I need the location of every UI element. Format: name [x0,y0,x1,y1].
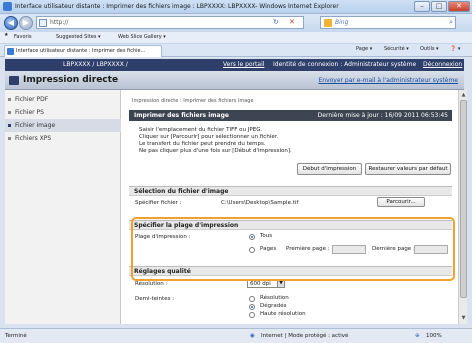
address-toolbar: ◀ ▶ http:// ↻ ✕ Bing ⌕ [0,14,472,32]
instruction-line: Saisir l'emplacement du fichier TIFF ou … [139,127,263,133]
radio-halftone-high-resolution[interactable] [249,312,255,318]
page-icon [39,19,47,27]
halftone-option-label: Résolution [260,295,289,301]
sidebar-item-label: Fichier PDF [15,96,49,103]
start-print-button[interactable]: Début d'impression [297,163,362,175]
maximize-button[interactable]: □ [431,1,447,12]
halftone-option-label: Dégradés [260,303,287,309]
radio-halftone-gradation[interactable] [249,304,255,310]
tab-title: Interface utilisateur distante : Imprime… [16,48,146,54]
search-icon[interactable]: ⌕ [449,18,453,27]
vertical-scrollbar[interactable]: ▲ ▼ [458,90,467,324]
suggested-sites-link[interactable]: Suggested Sites ▾ [56,34,100,40]
scrollbar-thumb[interactable] [460,100,467,298]
logout-link[interactable]: Déconnexion [423,61,462,68]
instruction-line: Cliquer sur [Parcourir] pour sélectionne… [139,134,279,140]
sidebar-item-ps[interactable]: Fichier PS [5,106,121,119]
tools-menu[interactable]: Outils ▾ [420,46,439,52]
radio-halftone-resolution[interactable] [249,296,255,302]
search-field[interactable]: Bing ⌕ [320,16,456,29]
main-content: Impression directe : Imprimer des fichie… [121,90,458,324]
bing-icon [324,19,332,27]
ie-logo-icon [3,2,12,11]
favorites-bar: ★ Favoris Suggested Sites ▾ Web Slice Ga… [0,32,472,44]
security-zone: Internet | Mode protégé : activé [261,333,349,339]
web-slice-gallery-link[interactable]: Web Slice Gallery ▾ [118,34,166,40]
security-menu[interactable]: Sécurité ▾ [384,46,409,52]
last-update: Dernière mise à jour : 16/09 2011 06:53:… [317,112,448,119]
scroll-down-icon[interactable]: ▼ [460,314,467,322]
chevron-down-icon: ▼ [277,280,284,287]
bullet-icon [8,124,11,127]
tab-favicon-icon [7,48,14,55]
status-text: Terminé [5,333,27,339]
resolution-value: 600 dpi [250,281,271,287]
tab-bar: Interface utilisateur distante : Imprime… [0,44,472,57]
sidebar-item-xps[interactable]: Fichiers XPS [5,132,121,145]
help-menu[interactable]: ❓ ▾ [450,46,460,52]
page-menu[interactable]: Page ▾ [356,46,372,52]
bullet-icon [8,111,11,114]
scroll-up-icon[interactable]: ▲ [460,91,467,99]
favorites-star-icon: ★ [4,32,9,38]
forward-arrow-icon[interactable]: ▶ [19,16,33,30]
close-button[interactable]: ✕ [448,1,470,12]
section-title: Sélection du fichier d'image [134,188,229,195]
address-input[interactable]: http:// [50,19,68,26]
instruction-line: Le transfert du fichier peut prendre du … [139,141,266,147]
resolution-label: Résolution : [135,281,168,287]
sidebar-item-label: Fichier image [15,122,56,129]
refresh-icon[interactable]: ↻ [273,18,279,26]
window-titlebar: Interface utilisateur distante : Imprime… [0,0,472,14]
portal-link[interactable]: Vers le portail [223,61,264,68]
device-name: LBPXXXX / LBPXXXX / [63,61,128,68]
halftone-label: Demi-teintes : [135,296,175,302]
search-input[interactable]: Bing [335,19,348,26]
zoom-level[interactable]: 100% [426,333,442,339]
printer-icon [9,76,19,85]
send-email-link[interactable]: Envoyer par e-mail à l'administrateur sy… [318,77,458,84]
address-field[interactable]: http:// ↻ ✕ [36,16,304,29]
stop-icon[interactable]: ✕ [289,18,295,26]
sidebar-item-image[interactable]: Fichier image [5,119,121,132]
halftone-option-label: Haute résolution [260,311,306,317]
breadcrumb: Impression directe : Imprimer des fichie… [132,98,254,104]
login-info: Identité de connexion : Administrateur s… [273,61,417,68]
back-arrow-icon[interactable]: ◀ [4,16,18,30]
app-title: Impression directe [23,75,119,85]
app-header: Impression directe Envoyer par e-mail à … [5,71,464,90]
sidebar-item-label: Fichier PS [15,109,44,116]
file-path-value[interactable]: C:\Users\Desktop\Sample.tif [221,200,298,206]
highlight-frame [131,217,455,281]
favorites-button[interactable]: Favoris [14,34,32,40]
instruction-line: Ne pas cliquer plus d'une fois sur [Débu… [139,148,292,154]
zoom-icon[interactable]: ⊕ [415,333,420,339]
sidebar: Fichier PDF Fichier PS Fichier image Fic… [5,90,121,324]
device-header: LBPXXXX / LBPXXXX / Vers le portail Iden… [5,59,464,71]
status-bar: Terminé ◉ Internet | Mode protégé : acti… [0,328,472,343]
tab-active[interactable]: Interface utilisateur distante : Imprime… [4,45,162,57]
globe-icon: ◉ [250,333,255,339]
minimize-button[interactable]: – [414,1,430,12]
restore-defaults-button[interactable]: Restaurer valeurs par défaut [365,163,451,175]
file-label: Spécifier fichier : [135,200,182,206]
sidebar-item-pdf[interactable]: Fichier PDF [5,93,121,106]
page-title-bar: Imprimer des fichiers image Dernière mis… [129,110,452,121]
sidebar-item-label: Fichiers XPS [15,135,52,142]
file-section-header: Sélection du fichier d'image [129,186,452,196]
window-title: Interface utilisateur distante : Imprime… [15,3,339,10]
bullet-icon [8,98,11,101]
page-title: Imprimer des fichiers image [134,112,229,119]
browse-button[interactable]: Parcourir... [377,197,425,207]
bullet-icon [8,137,11,140]
